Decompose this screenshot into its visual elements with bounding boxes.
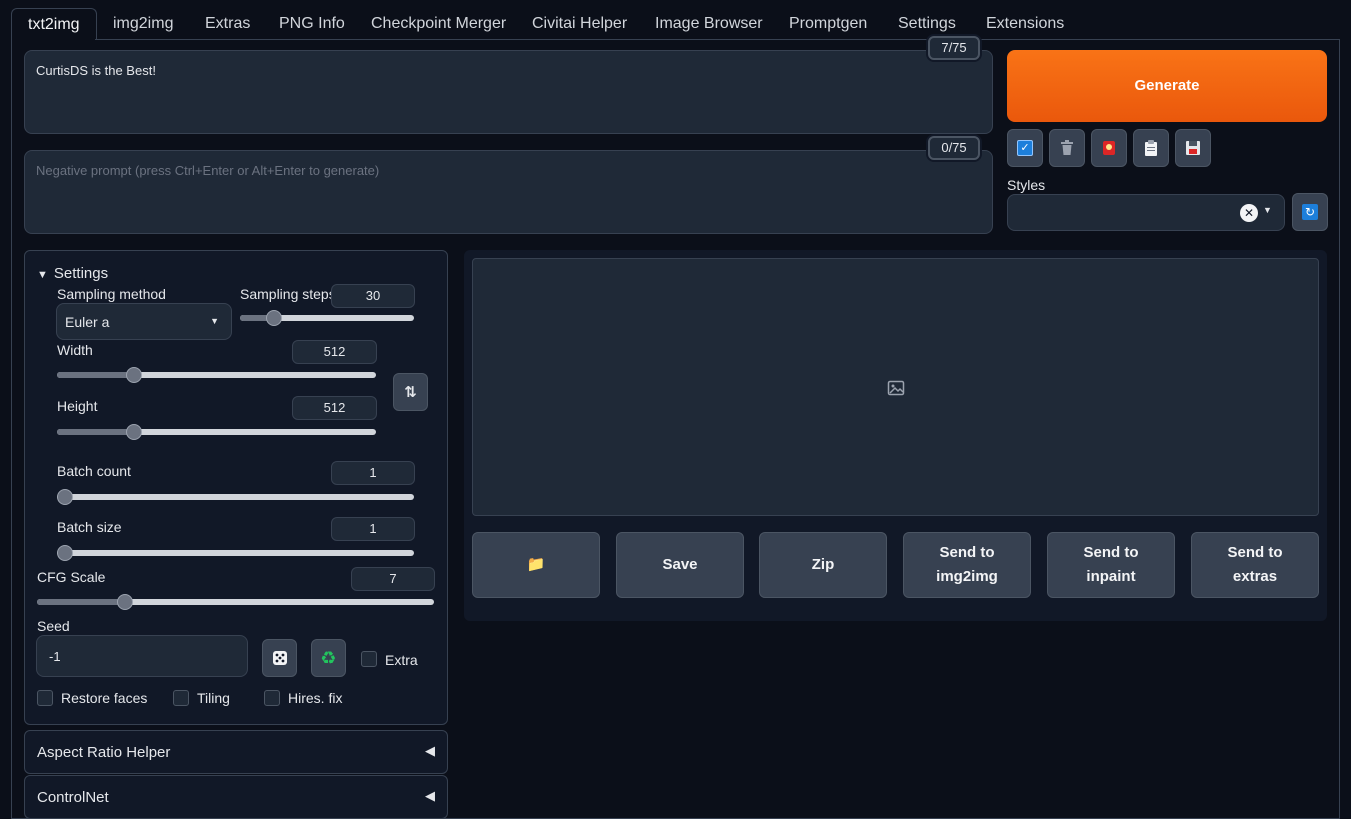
tab-checkpoint-merger[interactable]: Checkpoint Merger [355,8,522,40]
save-style-button[interactable] [1175,129,1211,167]
hires-fix-label: Hires. fix [288,690,343,706]
generate-button[interactable]: Generate [1007,50,1327,122]
settings-toggle[interactable]: ▼ Settings [37,265,108,282]
seed-label: Seed [37,618,70,634]
slider-handle[interactable] [57,489,73,505]
refresh-icon: ↻ [1302,204,1318,220]
slider-handle[interactable] [117,594,133,610]
red-card-icon [1103,141,1115,155]
aspect-ratio-helper-title: Aspect Ratio Helper [37,744,171,761]
prompt-token-counter: 7/75 [928,36,980,60]
restore-faces-label: Restore faces [61,690,148,706]
image-gallery[interactable] [472,258,1319,516]
triangle-left-icon: ◀ [425,788,435,803]
floppy-disk-icon [1186,141,1200,155]
cfg-scale-label: CFG Scale [37,569,106,585]
controlnet-title: ControlNet [37,789,109,806]
image-placeholder-icon [887,380,905,396]
prompt-input[interactable]: CurtisDS is the Best! [24,50,993,134]
negative-prompt-token-counter: 0/75 [928,136,980,160]
batch-size-label: Batch size [57,519,122,535]
extra-seed-checkbox[interactable] [361,651,377,667]
reuse-seed-button[interactable]: ♻ [311,639,346,677]
tab-promptgen[interactable]: Promptgen [773,8,883,40]
save-button[interactable]: Save [616,532,744,598]
random-seed-button[interactable] [262,639,297,677]
open-folder-button[interactable]: 📁 [472,532,600,598]
hires-fix-checkbox[interactable] [264,690,280,706]
prompt-text: CurtisDS is the Best! [36,63,156,78]
interrupt-checkbox-button[interactable]: ✓ [1007,129,1043,167]
cfg-scale-slider[interactable] [37,594,434,610]
recycle-icon: ♻ [320,647,337,668]
batch-size-slider[interactable] [57,545,414,561]
sampling-method-dropdown[interactable]: Euler a ▼ [56,303,232,340]
width-label: Width [57,342,93,358]
extra-label: Extra [385,652,418,668]
styles-dropdown[interactable]: ✕ ▼ [1007,194,1285,231]
swap-arrows-icon: ⇅ [404,384,417,401]
tab-civitai-helper[interactable]: Civitai Helper [516,8,643,40]
styles-label: Styles [1007,177,1046,193]
sampling-steps-slider[interactable] [240,310,414,326]
triangle-down-icon: ▼ [37,269,48,281]
batch-count-label: Batch count [57,463,131,479]
seed-value: -1 [49,649,61,664]
trash-icon [1061,140,1073,155]
chevron-down-icon: ▼ [210,316,219,326]
tab-png-info[interactable]: PNG Info [263,8,361,40]
zip-button[interactable]: Zip [759,532,887,598]
batch-count-input[interactable]: 1 [331,461,415,485]
dice-icon [272,651,287,665]
batch-size-input[interactable]: 1 [331,517,415,541]
folder-icon: 📁 [526,556,546,573]
tab-img2img[interactable]: img2img [97,8,189,40]
restore-faces-checkbox[interactable] [37,690,53,706]
batch-count-slider[interactable] [57,489,414,505]
cfg-scale-input[interactable]: 7 [351,567,435,591]
triangle-left-icon: ◀ [425,743,435,758]
aspect-ratio-helper-accordion[interactable]: Aspect Ratio Helper ◀ [24,730,448,774]
send-to-extras-button[interactable]: Send to extras [1191,532,1319,598]
height-slider[interactable] [57,424,376,440]
width-input[interactable]: 512 [292,340,377,364]
tab-txt2img[interactable]: txt2img [11,8,97,40]
width-slider[interactable] [57,367,376,383]
height-label: Height [57,398,98,414]
send-to-img2img-button[interactable]: Send to img2img [903,532,1031,598]
checkmark-icon: ✓ [1017,140,1033,156]
height-input[interactable]: 512 [292,396,377,420]
clear-prompt-button[interactable] [1049,129,1085,167]
slider-handle[interactable] [266,310,282,326]
sampling-steps-input[interactable]: 30 [331,284,415,308]
tiling-label: Tiling [197,690,230,706]
apply-style-button[interactable] [1133,129,1169,167]
sampling-method-label: Sampling method [57,286,166,302]
sampling-steps-label: Sampling steps [240,286,336,302]
seed-input[interactable]: -1 [36,635,248,677]
tab-extensions[interactable]: Extensions [970,8,1080,40]
swap-dimensions-button[interactable]: ⇅ [393,373,428,411]
slider-handle[interactable] [57,545,73,561]
tab-image-browser[interactable]: Image Browser [639,8,779,40]
chevron-down-icon: ▼ [1263,205,1272,215]
refresh-styles-button[interactable]: ↻ [1292,193,1328,231]
negative-prompt-input[interactable]: Negative prompt (press Ctrl+Enter or Alt… [24,150,993,234]
send-to-inpaint-button[interactable]: Send to inpaint [1047,532,1175,598]
clear-icon[interactable]: ✕ [1240,204,1258,222]
sampling-method-value: Euler a [65,314,110,330]
clipboard-icon [1145,140,1157,156]
negative-prompt-placeholder: Negative prompt (press Ctrl+Enter or Alt… [36,163,380,178]
tab-extras[interactable]: Extras [189,8,266,40]
show-extra-networks-button[interactable] [1091,129,1127,167]
controlnet-accordion[interactable]: ControlNet ◀ [24,775,448,819]
tiling-checkbox[interactable] [173,690,189,706]
slider-handle[interactable] [126,367,142,383]
settings-title: Settings [53,265,109,282]
slider-handle[interactable] [126,424,142,440]
tab-bar: txt2img img2img Extras PNG Info Checkpoi… [0,0,1351,40]
